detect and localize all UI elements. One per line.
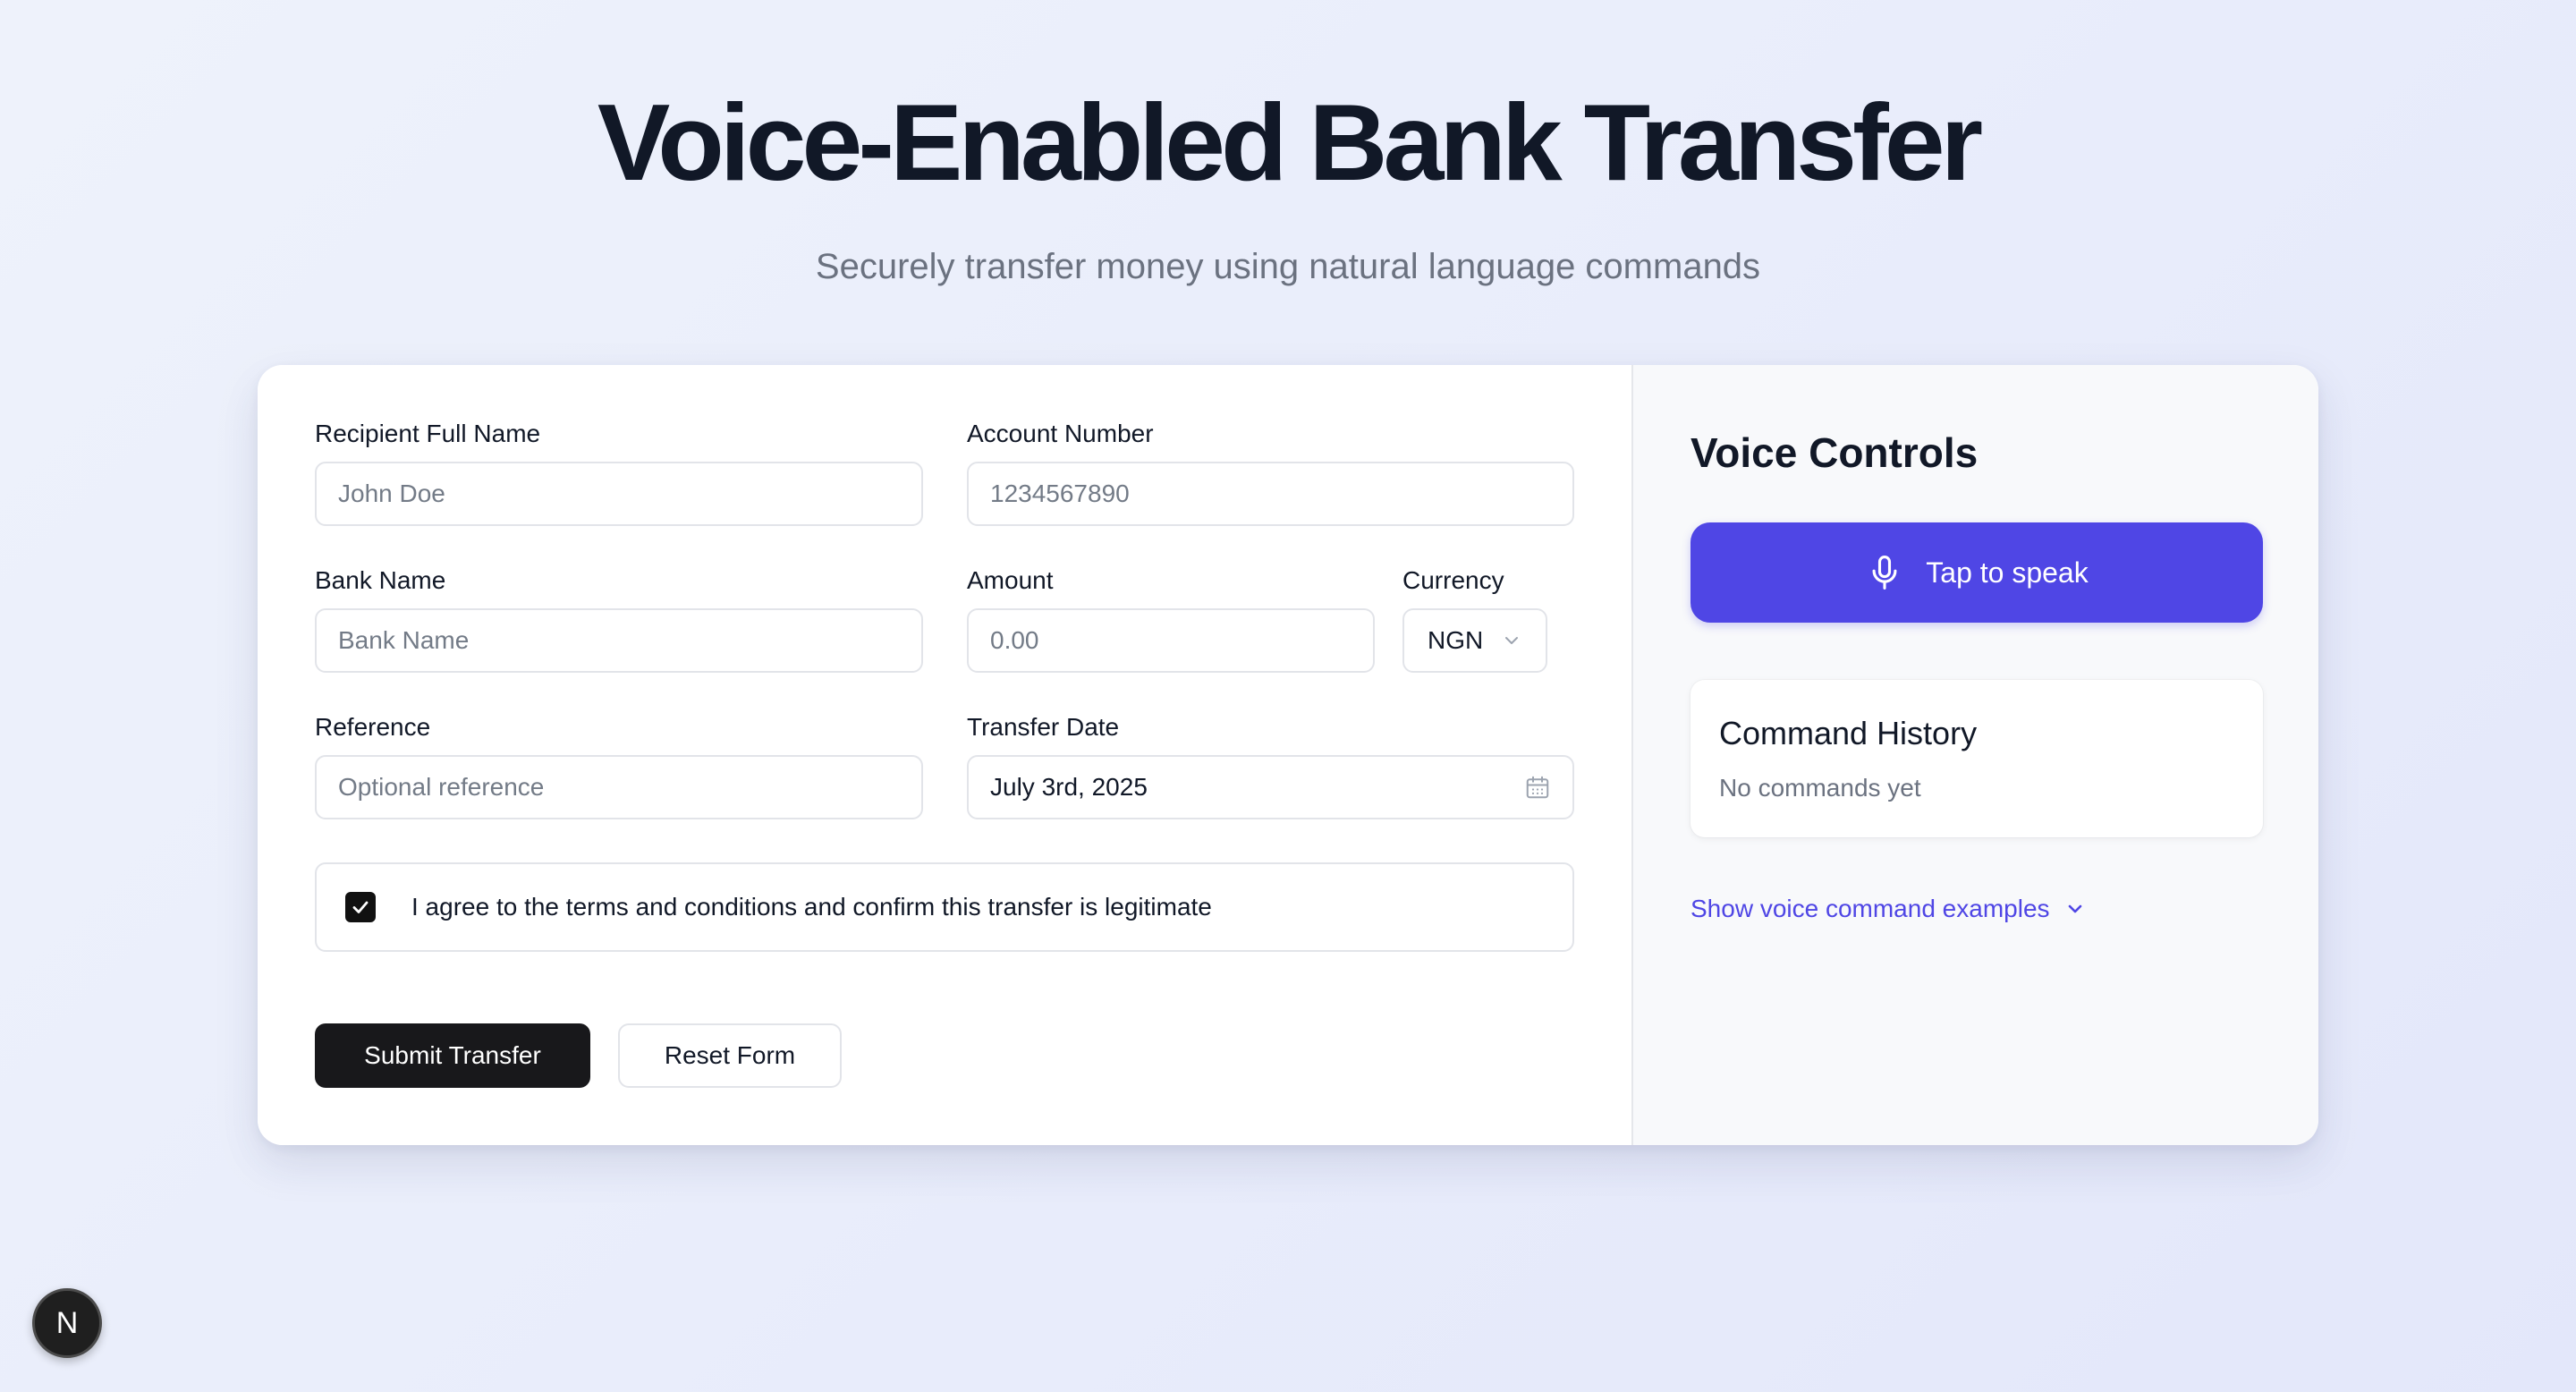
currency-value: NGN xyxy=(1428,626,1484,654)
recipient-name-input[interactable] xyxy=(315,462,923,526)
currency-label: Currency xyxy=(1402,566,1504,594)
show-examples-toggle[interactable]: Show voice command examples xyxy=(1690,895,2086,923)
account-number-input[interactable] xyxy=(967,462,1574,526)
terms-checkbox[interactable] xyxy=(345,892,376,922)
transfer-date-picker[interactable]: July 3rd, 2025 xyxy=(967,755,1574,819)
page-title: Voice-Enabled Bank Transfer xyxy=(597,81,1983,203)
dev-tools-badge[interactable]: N xyxy=(32,1288,102,1358)
command-history-title: Command History xyxy=(1719,715,1978,751)
show-examples-label: Show voice command examples xyxy=(1690,895,2050,922)
account-number-label: Account Number xyxy=(967,420,1154,447)
calendar-icon[interactable] xyxy=(1524,774,1551,801)
transfer-date-value: July 3rd, 2025 xyxy=(990,773,1148,801)
transfer-form: Recipient Full Name Account Number Bank … xyxy=(258,365,1631,1145)
reset-form-button[interactable]: Reset Form xyxy=(618,1023,842,1088)
amount-label: Amount xyxy=(967,566,1054,594)
terms-label[interactable]: I agree to the terms and conditions and … xyxy=(411,893,1212,921)
voice-controls-title: Voice Controls xyxy=(1690,429,1979,476)
reference-label: Reference xyxy=(315,713,431,741)
microphone-icon xyxy=(1872,556,1897,590)
amount-input[interactable] xyxy=(967,608,1375,673)
badge-letter: N xyxy=(55,1305,79,1340)
bank-name-input[interactable] xyxy=(315,608,923,673)
currency-select[interactable]: NGN xyxy=(1402,608,1547,673)
transfer-card: Recipient Full Name Account Number Bank … xyxy=(258,365,2318,1145)
tap-to-speak-label: Tap to speak xyxy=(1926,556,2089,589)
reference-input[interactable] xyxy=(315,755,923,819)
command-history-empty: No commands yet xyxy=(1719,774,1921,802)
submit-transfer-button[interactable]: Submit Transfer xyxy=(315,1023,590,1088)
check-icon xyxy=(352,901,369,913)
bank-name-label: Bank Name xyxy=(315,566,446,594)
page-subtitle: Securely transfer money using natural la… xyxy=(815,247,1761,286)
chevron-down-icon xyxy=(2068,904,2081,913)
terms-agreement: I agree to the terms and conditions and … xyxy=(315,862,1574,952)
recipient-label: Recipient Full Name xyxy=(315,420,541,447)
transfer-date-label: Transfer Date xyxy=(967,713,1120,741)
voice-controls-panel: Voice Controls Tap to speak Command Hist… xyxy=(1631,365,2318,1145)
command-history-card: Command History No commands yet xyxy=(1690,680,2263,837)
page-header: Voice-Enabled Bank Transfer Securely tra… xyxy=(0,79,2576,288)
tap-to-speak-button[interactable]: Tap to speak xyxy=(1690,522,2263,623)
chevron-down-icon xyxy=(1505,637,1519,644)
